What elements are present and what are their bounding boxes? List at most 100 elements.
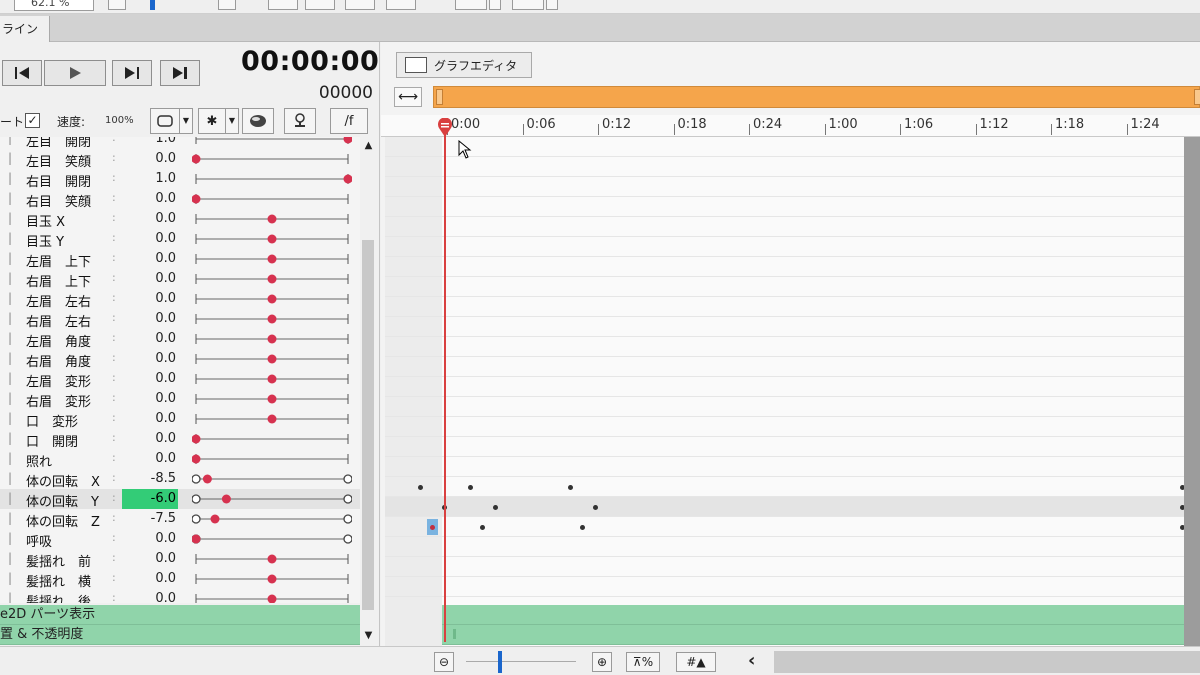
parameter-value-field[interactable]: -8.5 [122, 469, 178, 489]
zoom-in-icon[interactable] [218, 0, 236, 10]
parameter-value-field[interactable]: 0.0 [122, 529, 178, 549]
track-row[interactable] [385, 397, 1185, 417]
parameter-value-field[interactable]: 0.0 [122, 569, 178, 589]
parameter-value-field[interactable]: 0.0 [122, 269, 178, 289]
parameter-slider[interactable] [192, 389, 352, 409]
track-row[interactable] [385, 157, 1185, 177]
playhead-icon[interactable] [437, 118, 453, 138]
timeline-zoom-out-icon[interactable]: ⊖ [434, 652, 454, 672]
parameter-slider[interactable] [192, 469, 352, 489]
parameter-row[interactable]: | 照れ:0.0 [0, 449, 360, 470]
keyframe-mode-dropdown[interactable]: ▼ [180, 108, 193, 134]
scrollbar-thumb[interactable] [362, 240, 374, 610]
parameter-row[interactable]: | 左眉 角度:0.0 [0, 329, 360, 350]
parameter-row[interactable]: | 髪揺れ 横:0.0 [0, 569, 360, 590]
toolbar-dropdown-2[interactable] [546, 0, 558, 10]
graph-editor-button[interactable]: グラフエディタ [396, 52, 532, 78]
parameter-row[interactable]: | 右眉 上下:0.0 [0, 269, 360, 290]
track-row[interactable] [385, 357, 1185, 377]
track-row[interactable] [385, 197, 1185, 217]
parameter-slider[interactable] [192, 189, 352, 209]
tab-timeline[interactable]: ライン [0, 16, 50, 42]
keyframe-marker[interactable] [480, 525, 485, 530]
parameter-slider[interactable] [192, 369, 352, 389]
timeline-zoom-thumb[interactable] [498, 651, 502, 673]
track-row[interactable] [385, 457, 1185, 477]
parameter-row[interactable]: | 左眉 左右:0.0 [0, 289, 360, 310]
fit-range-button[interactable]: ⟷ [394, 87, 422, 107]
toolbar-tool-button-4[interactable] [386, 0, 416, 10]
collapse-left-icon[interactable]: ‹ [748, 650, 755, 671]
track-row[interactable] [385, 437, 1185, 457]
parameter-slider[interactable] [192, 589, 352, 603]
work-range-bar[interactable] [433, 86, 1200, 108]
track-row[interactable] [385, 137, 1185, 157]
parameter-value-field[interactable]: 0.0 [122, 209, 178, 229]
parameter-slider[interactable] [192, 529, 352, 549]
range-start-handle[interactable] [436, 89, 443, 105]
section-track[interactable] [385, 605, 1185, 625]
play-button[interactable] [44, 60, 106, 86]
track-row[interactable] [385, 497, 1185, 517]
parameter-slider[interactable] [192, 489, 352, 509]
parameter-value-field[interactable]: 0.0 [122, 369, 178, 389]
parameter-slider[interactable] [192, 229, 352, 249]
parameter-row[interactable]: | 呼吸:0.0 [0, 529, 360, 550]
track-row[interactable] [385, 237, 1185, 257]
keyframe-marker[interactable] [493, 505, 498, 510]
parameter-row[interactable]: | 目玉 Y:0.0 [0, 229, 360, 250]
parameter-slider[interactable] [192, 329, 352, 349]
parameter-slider[interactable] [192, 509, 352, 529]
parameter-row[interactable]: | 髪揺れ 後:0.0 [0, 589, 360, 603]
track-row[interactable] [385, 417, 1185, 437]
parameter-row[interactable]: | 体の回転 Z: -7.5 [0, 509, 360, 530]
parameter-value-field[interactable]: 0.0 [122, 329, 178, 349]
auto-checkbox[interactable]: ✓ [25, 113, 40, 128]
snap-button[interactable]: ✱ [198, 108, 226, 134]
track-row[interactable] [385, 557, 1185, 577]
track-row[interactable] [385, 477, 1185, 497]
parameter-slider[interactable] [192, 209, 352, 229]
parameter-row[interactable]: | 左目 開閉:1.0 [0, 137, 360, 150]
parameter-row[interactable]: | 口 変形:0.0 [0, 409, 360, 430]
zoom-value-field[interactable]: 62.1 % [14, 0, 94, 11]
scroll-up-icon[interactable]: ▲ [360, 139, 377, 153]
parameter-row[interactable]: | 右目 笑顔:0.0 [0, 189, 360, 210]
fps-button[interactable]: /f [330, 108, 368, 134]
parameter-value-field[interactable]: 0.0 [122, 589, 178, 603]
section-keyframe[interactable] [453, 629, 456, 639]
parameter-value-field[interactable]: 1.0 [122, 137, 178, 149]
toolbar-tool-button-6[interactable] [512, 0, 544, 10]
toolbar-dropdown-1[interactable] [489, 0, 501, 10]
parameter-row[interactable]: | 左眉 変形:0.0 [0, 369, 360, 390]
parameter-value-field[interactable]: 0.0 [122, 449, 178, 469]
parameter-value-field[interactable]: 0.0 [122, 349, 178, 369]
parameter-value-field[interactable]: 0.0 [122, 189, 178, 209]
keyframe-marker[interactable] [568, 485, 573, 490]
track-row[interactable] [385, 257, 1185, 277]
parameter-slider[interactable] [192, 289, 352, 309]
parameter-slider[interactable] [192, 169, 352, 189]
parameter-row[interactable]: | 左目 笑顔:0.0 [0, 149, 360, 170]
track-row[interactable] [385, 377, 1185, 397]
section-row-parts-visibility[interactable]: e2D パーツ表示 [0, 605, 362, 625]
parameter-value-field[interactable]: 0.0 [122, 289, 178, 309]
parameter-value-field[interactable]: -6.0 [122, 489, 178, 509]
track-row[interactable] [385, 277, 1185, 297]
parameter-value-field[interactable]: 0.0 [122, 249, 178, 269]
timeline-zoom-track[interactable] [466, 661, 576, 662]
parameter-value-field[interactable]: 1.0 [122, 169, 178, 189]
zoom-slider-thumb[interactable] [150, 0, 155, 10]
previous-frame-button[interactable] [2, 60, 42, 86]
parameter-slider[interactable] [192, 549, 352, 569]
playhead-line[interactable] [444, 122, 446, 642]
parameter-row[interactable]: | 体の回転 Y: -6.0 [0, 489, 360, 510]
fit-percent-icon[interactable]: ⊼% [626, 652, 660, 672]
speed-value[interactable]: 100% [105, 115, 134, 126]
snap-dropdown[interactable]: ▼ [226, 108, 239, 134]
parameter-row[interactable]: | 右眉 左右:0.0 [0, 309, 360, 330]
parameter-slider[interactable] [192, 269, 352, 289]
parameter-value-field[interactable]: 0.0 [122, 309, 178, 329]
keyframe-track-area[interactable] [385, 137, 1185, 647]
grid-toggle-icon[interactable]: #▲ [676, 652, 716, 672]
